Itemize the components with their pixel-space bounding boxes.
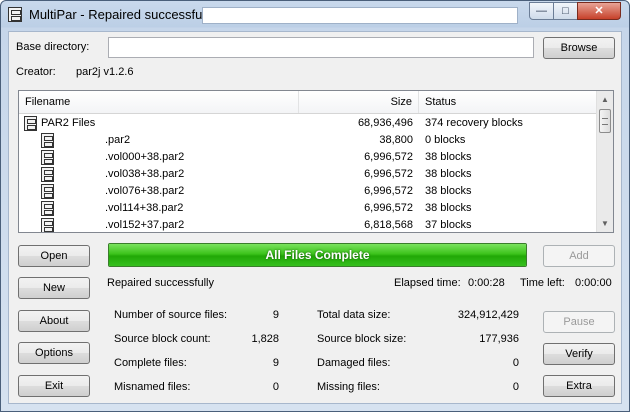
missing-files-value: 0 <box>512 381 519 393</box>
block-count-label: Source block count: <box>114 333 211 345</box>
file-size: 6,996,572 <box>364 202 413 214</box>
close-button[interactable]: ✕ <box>577 2 621 20</box>
file-size: 6,996,572 <box>364 185 413 197</box>
block-size-label: Source block size: <box>317 333 407 345</box>
file-size: 6,996,572 <box>364 168 413 180</box>
file-status: 38 blocks <box>425 185 472 197</box>
extra-button[interactable]: Extra <box>543 375 615 397</box>
file-size: 6,996,572 <box>364 151 413 163</box>
progress-text: All Files Complete <box>265 248 370 262</box>
par2-file-icon <box>41 201 54 216</box>
file-name: .vol114+38.par2 <box>105 202 184 214</box>
about-button[interactable]: About <box>18 310 90 332</box>
file-status: 38 blocks <box>425 168 472 180</box>
column-header-size[interactable]: Size <box>299 91 419 113</box>
file-status: 38 blocks <box>425 202 472 214</box>
title-blank-area <box>202 7 518 24</box>
par2-file-icon <box>41 150 54 165</box>
complete-files-value: 9 <box>272 357 279 369</box>
damaged-files-value: 0 <box>512 357 519 369</box>
source-files-label: Number of source files: <box>114 309 228 321</box>
par2-file-icon <box>41 133 54 148</box>
time-left-value: 0:00:00 <box>575 277 612 289</box>
file-name: .vol038+38.par2 <box>105 168 185 180</box>
misnamed-files-value: 0 <box>272 381 279 393</box>
list-header: Filename Size Status <box>19 91 598 114</box>
file-list[interactable]: Filename Size Status PAR2 Files 68,936,4… <box>18 90 614 233</box>
file-status: 38 blocks <box>425 151 472 163</box>
file-status: 37 blocks <box>425 219 472 231</box>
total-size-label: Total data size: <box>317 309 391 321</box>
column-header-status[interactable]: Status <box>419 91 598 113</box>
client-area: Base directory: Browse Creator: par2j v1… <box>8 31 622 404</box>
creator-label: Creator: <box>16 66 56 78</box>
elapsed-time-value: 0:00:28 <box>468 277 505 289</box>
list-item[interactable]: .vol114+38.par2 6,996,572 38 blocks <box>19 200 598 217</box>
group-size: 68,936,496 <box>357 117 413 129</box>
file-name: .vol000+38.par2 <box>105 151 185 163</box>
scroll-up-icon[interactable]: ▲ <box>597 91 613 108</box>
title-bar[interactable]: MultiPar - Repaired successfully — □ ✕ <box>1 1 629 29</box>
verify-button[interactable]: Verify <box>543 343 615 365</box>
par2-group-icon <box>24 116 37 131</box>
block-size-value: 177,936 <box>479 333 519 345</box>
par2-file-icon <box>41 184 54 199</box>
list-item[interactable]: .par2 38,800 0 blocks <box>19 132 598 149</box>
browse-button[interactable]: Browse <box>543 37 615 59</box>
base-directory-label: Base directory: <box>16 41 90 53</box>
pause-button[interactable]: Pause <box>543 311 615 333</box>
group-name: PAR2 Files <box>41 117 96 129</box>
scroll-down-icon[interactable]: ▼ <box>597 215 613 232</box>
status-text: Repaired successfully <box>107 277 214 289</box>
file-name: .vol152+37.par2 <box>105 219 185 231</box>
group-status: 374 recovery blocks <box>425 117 523 129</box>
file-status: 0 blocks <box>425 134 466 146</box>
group-row[interactable]: PAR2 Files 68,936,496 374 recovery block… <box>19 115 598 132</box>
main-window: MultiPar - Repaired successfully — □ ✕ B… <box>0 0 630 412</box>
creator-value: par2j v1.2.6 <box>76 66 134 78</box>
list-item[interactable]: .vol038+38.par2 6,996,572 38 blocks <box>19 166 598 183</box>
list-scrollbar[interactable]: ▲ ▼ <box>596 91 613 232</box>
add-button[interactable]: Add <box>543 245 615 267</box>
total-size-value: 324,912,429 <box>457 309 519 321</box>
open-button[interactable]: Open <box>18 245 90 267</box>
file-size: 6,818,568 <box>364 219 413 231</box>
progress-bar: All Files Complete <box>108 243 527 267</box>
file-name: .vol076+38.par2 <box>105 185 185 197</box>
window-title: MultiPar - Repaired successfully <box>29 7 215 22</box>
par2-file-icon <box>41 167 54 182</box>
missing-files-label: Missing files: <box>317 381 380 393</box>
exit-button[interactable]: Exit <box>18 375 90 397</box>
scroll-thumb[interactable] <box>599 109 611 133</box>
minimize-button[interactable]: — <box>529 2 554 20</box>
app-icon[interactable] <box>8 7 22 22</box>
source-files-value: 9 <box>272 309 279 321</box>
damaged-files-label: Damaged files: <box>317 357 391 369</box>
misnamed-files-label: Misnamed files: <box>114 381 191 393</box>
options-button[interactable]: Options <box>18 342 90 364</box>
file-size: 38,800 <box>379 134 413 146</box>
list-item[interactable]: .vol000+38.par2 6,996,572 38 blocks <box>19 149 598 166</box>
list-item[interactable]: .vol152+37.par2 6,818,568 37 blocks <box>19 217 598 232</box>
maximize-button[interactable]: □ <box>553 2 578 20</box>
new-button[interactable]: New <box>18 277 90 299</box>
file-name: .par2 <box>105 134 131 146</box>
base-directory-input[interactable] <box>108 37 534 58</box>
column-header-filename[interactable]: Filename <box>19 91 299 113</box>
complete-files-label: Complete files: <box>114 357 187 369</box>
block-count-value: 1,828 <box>251 333 279 345</box>
par2-file-icon <box>41 218 54 232</box>
list-item[interactable]: .vol076+38.par2 6,996,572 38 blocks <box>19 183 598 200</box>
elapsed-time-label: Elapsed time: <box>394 277 461 289</box>
time-left-label: Time left: <box>520 277 565 289</box>
